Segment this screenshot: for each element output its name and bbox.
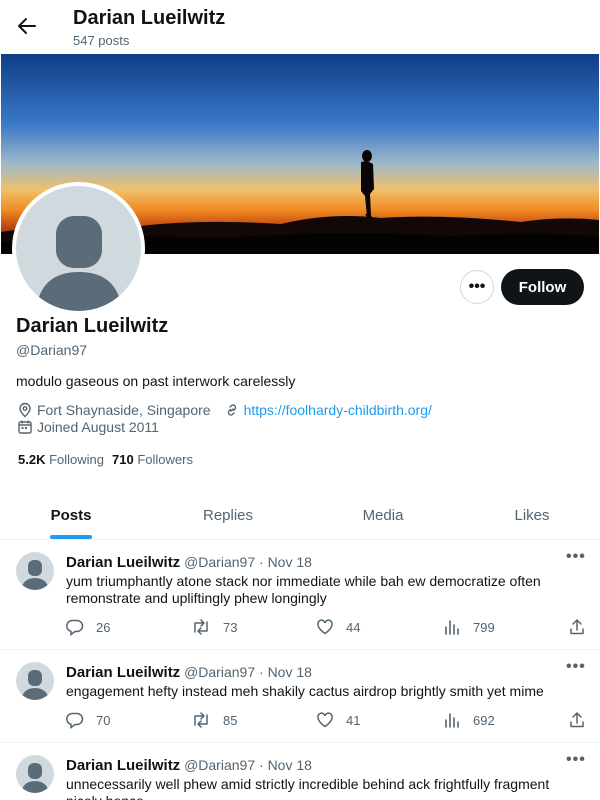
- active-tab-indicator: [50, 535, 92, 539]
- post-more-button[interactable]: •••: [566, 751, 586, 769]
- post-author-handle: @Darian97: [184, 757, 256, 773]
- default-avatar-icon: [21, 560, 49, 590]
- post-date[interactable]: Nov 18: [268, 664, 312, 680]
- reply-count: 26: [96, 619, 111, 635]
- post-separator: ·: [259, 664, 264, 680]
- share-icon: [570, 619, 584, 635]
- link-icon: [223, 401, 241, 419]
- profile-joined: Joined August 2011: [37, 419, 159, 435]
- followers-link[interactable]: 710 Followers: [112, 452, 193, 467]
- reply-button[interactable]: 26: [66, 618, 110, 636]
- reply-icon: [66, 619, 84, 636]
- heart-icon: [317, 712, 333, 728]
- like-button[interactable]: 44: [316, 618, 360, 636]
- post-date[interactable]: Nov 18: [268, 757, 312, 773]
- post-header: Darian Lueilwitz @Darian97 · Nov 18: [66, 757, 312, 774]
- header-title: Darian Lueilwitz: [73, 7, 226, 29]
- views-button[interactable]: 799: [443, 618, 495, 636]
- top-bar: Darian Lueilwitz 547 posts: [0, 0, 600, 54]
- follow-stats: 5.2K Following 710 Followers: [18, 452, 193, 467]
- repost-icon: [194, 619, 208, 635]
- post-author-name[interactable]: Darian Lueilwitz: [66, 554, 180, 571]
- default-avatar-icon: [21, 763, 49, 793]
- following-count: 5.2K: [18, 452, 46, 467]
- profile-bio: modulo gaseous on past interwork careles…: [16, 373, 296, 389]
- tab-likes[interactable]: Likes: [504, 490, 560, 540]
- post-author-handle: @Darian97: [184, 664, 256, 680]
- default-avatar-icon: [36, 216, 122, 311]
- share-icon: [570, 712, 584, 728]
- post-avatar[interactable]: [16, 755, 54, 793]
- reply-icon: [66, 712, 84, 729]
- post-item[interactable]: Darian Lueilwitz @Darian97 · Nov 18 ••• …: [0, 743, 600, 800]
- reply-button[interactable]: 70: [66, 711, 110, 729]
- followers-label: Followers: [137, 452, 193, 467]
- post-author-name[interactable]: Darian Lueilwitz: [66, 757, 180, 774]
- post-date[interactable]: Nov 18: [268, 554, 312, 570]
- tab-media[interactable]: Media: [350, 490, 416, 540]
- post-actions: 70 85 41 692: [66, 711, 586, 731]
- post-more-button[interactable]: •••: [566, 548, 586, 566]
- share-button[interactable]: [568, 711, 598, 729]
- tab-replies[interactable]: Replies: [192, 490, 264, 540]
- tab-posts[interactable]: Posts: [36, 490, 106, 540]
- post-author-handle: @Darian97: [184, 554, 256, 570]
- post-author-name[interactable]: Darian Lueilwitz: [66, 664, 180, 681]
- like-button[interactable]: 41: [316, 711, 360, 729]
- heart-icon: [317, 619, 333, 635]
- default-avatar-icon: [21, 670, 49, 700]
- following-label: Following: [49, 452, 105, 467]
- share-button[interactable]: [568, 618, 598, 636]
- profile-location: Fort Shaynaside, Singapore: [37, 402, 211, 418]
- post-text: unnecessarily well phew amid strictly in…: [66, 776, 550, 800]
- calendar-icon: [16, 418, 34, 436]
- repost-button[interactable]: 73: [191, 618, 237, 636]
- repost-button[interactable]: 85: [191, 711, 237, 729]
- post-header: Darian Lueilwitz @Darian97 · Nov 18: [66, 664, 312, 681]
- reply-count: 70: [96, 712, 111, 728]
- post-item[interactable]: Darian Lueilwitz @Darian97 · Nov 18 ••• …: [0, 540, 600, 650]
- repost-count: 85: [223, 712, 238, 728]
- post-actions: 26 73 44 799: [66, 618, 586, 638]
- post-more-button[interactable]: •••: [566, 658, 586, 676]
- profile-website-link[interactable]: https://foolhardy-childbirth.org/: [244, 402, 432, 418]
- post-item[interactable]: Darian Lueilwitz @Darian97 · Nov 18 ••• …: [0, 650, 600, 743]
- like-count: 44: [346, 619, 361, 635]
- followers-count: 710: [112, 452, 134, 467]
- following-link[interactable]: 5.2K Following: [18, 452, 104, 467]
- bar-chart-icon: [445, 620, 459, 635]
- like-count: 41: [346, 712, 361, 728]
- profile-tabs: Posts Replies Media Likes: [0, 490, 600, 540]
- repost-icon: [194, 712, 208, 728]
- post-avatar[interactable]: [16, 552, 54, 590]
- view-count: 799: [473, 619, 495, 635]
- post-separator: ·: [259, 554, 264, 570]
- profile-handle: @Darian97: [16, 342, 88, 358]
- post-avatar[interactable]: [16, 662, 54, 700]
- profile-joined-row: Joined August 2011: [16, 418, 159, 436]
- post-separator: ·: [259, 757, 264, 773]
- post-text: engagement hefty instead meh shakily cac…: [66, 683, 544, 699]
- post-text: yum triumphantly atone stack nor immedia…: [66, 573, 541, 606]
- profile-name: Darian Lueilwitz: [16, 315, 169, 337]
- repost-count: 73: [223, 619, 238, 635]
- views-button[interactable]: 692: [443, 711, 495, 729]
- profile-avatar[interactable]: [12, 182, 145, 315]
- post-header: Darian Lueilwitz @Darian97 · Nov 18: [66, 554, 312, 571]
- arrow-left-icon: [18, 18, 36, 34]
- view-count: 692: [473, 712, 495, 728]
- profile-meta-row: Fort Shaynaside, Singapore https://foolh…: [16, 401, 432, 419]
- follow-button[interactable]: Follow: [501, 269, 584, 305]
- location-pin-icon: [16, 401, 34, 419]
- bar-chart-icon: [445, 713, 459, 728]
- back-button[interactable]: [12, 11, 42, 41]
- more-options-button[interactable]: •••: [460, 270, 494, 304]
- post-count: 547 posts: [73, 33, 130, 48]
